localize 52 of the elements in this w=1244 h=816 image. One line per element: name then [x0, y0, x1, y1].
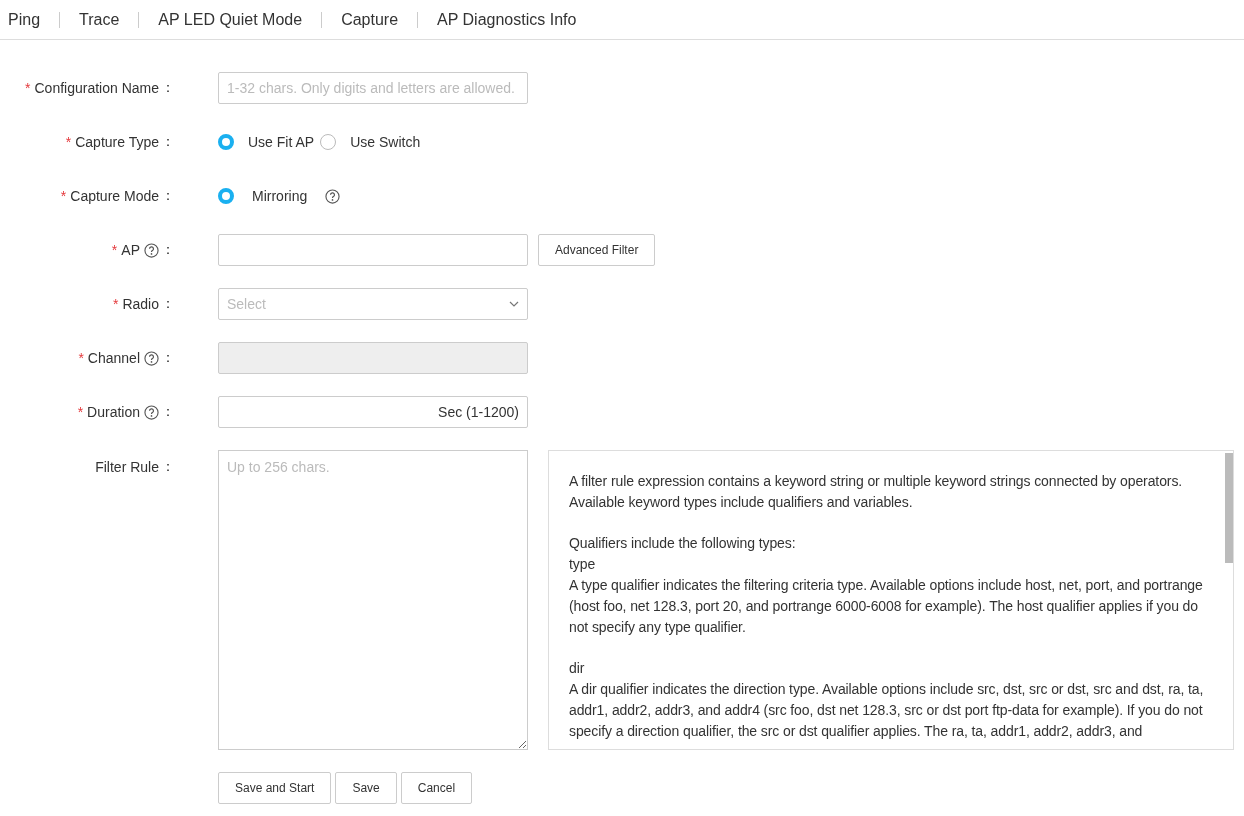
- required-mark: *: [112, 296, 119, 312]
- field-label: Channel: [87, 350, 140, 366]
- field-label: Duration: [87, 404, 140, 420]
- advanced-filter-button[interactable]: Advanced Filter: [538, 234, 656, 266]
- input-field[interactable]: [218, 234, 528, 266]
- tab[interactable]: AP LED Quiet Mode: [138, 11, 322, 28]
- radio-button[interactable]: [218, 134, 234, 150]
- required-mark: *: [78, 350, 84, 366]
- field-label: Radio: [122, 296, 159, 312]
- required-mark: *: [65, 134, 72, 150]
- chevron-down-icon: [509, 301, 519, 307]
- field-label: Capture Type: [75, 134, 159, 150]
- help-icon[interactable]: [325, 188, 341, 204]
- help-icon[interactable]: [144, 242, 159, 258]
- help-text: A filter rule expression contains a keyword string or multiple keyword strings connected by operators. Available keyword types include qualifiers and variables.: [569, 472, 1184, 512]
- help-icon[interactable]: [144, 404, 159, 420]
- required-mark: *: [111, 242, 118, 258]
- required-mark: *: [77, 404, 84, 420]
- field-label: AP: [121, 242, 140, 258]
- colon: ：: [161, 133, 175, 151]
- tab[interactable]: Ping: [0, 11, 60, 28]
- radio-button[interactable]: [218, 188, 234, 204]
- action-button[interactable]: Save: [335, 772, 397, 804]
- required-mark: *: [25, 80, 31, 96]
- help-text: A dir qualifier indicates the direction type. Available options include src, dst, src or dst, src and dst, ra, ta, addr1, addr2, addr3, and addr4 (src foo, dst net 128.3, src or dst port ftp-data for example). If you do not specify a direction qualifier, the src or dst qualifier applies. The ra, ta, addr1, addr2, addr3, and: [569, 679, 1205, 741]
- colon: ：: [161, 241, 175, 259]
- colon: ：: [161, 403, 175, 421]
- tab[interactable]: Capture: [321, 11, 418, 28]
- help-text: type: [569, 555, 597, 575]
- colon: ：: [161, 295, 175, 313]
- tab[interactable]: AP Diagnostics Info: [417, 11, 596, 28]
- colon: ：: [161, 458, 175, 476]
- radio-label[interactable]: Use Switch: [350, 134, 421, 150]
- colon: ：: [161, 187, 175, 205]
- colon: ：: [161, 349, 175, 367]
- filter-rule-field[interactable]: Up to 256 chars.: [218, 450, 528, 750]
- field-label: Capture Mode: [70, 188, 159, 204]
- tab[interactable]: Trace: [59, 11, 139, 28]
- required-mark: *: [60, 188, 67, 204]
- input-field[interactable]: 1-32 chars. Only digits and letters are allowed.: [218, 72, 528, 104]
- radio-label[interactable]: Mirroring: [252, 188, 308, 204]
- field-label: Filter Rule: [95, 459, 159, 475]
- colon: ：: [161, 79, 175, 97]
- scrollbar[interactable]: [1225, 453, 1233, 563]
- input-field[interactable]: Sec (1-1200): [218, 396, 528, 428]
- help-text: A type qualifier indicates the filtering criteria type. Available options include host, net, port, and portrange (host foo, net 128.3, port 20, and portrange 6000-6008 for example). The host qualifier applies if you do not specify any type qualifier.: [569, 576, 1204, 637]
- field-label: Configuration Name: [34, 80, 159, 96]
- help-text: dir: [569, 659, 586, 679]
- action-button[interactable]: Save and Start: [218, 772, 332, 804]
- action-button[interactable]: Cancel: [400, 772, 473, 804]
- help-text: Qualifiers include the following types:: [569, 534, 797, 554]
- radio-label[interactable]: Use Fit AP: [248, 134, 315, 150]
